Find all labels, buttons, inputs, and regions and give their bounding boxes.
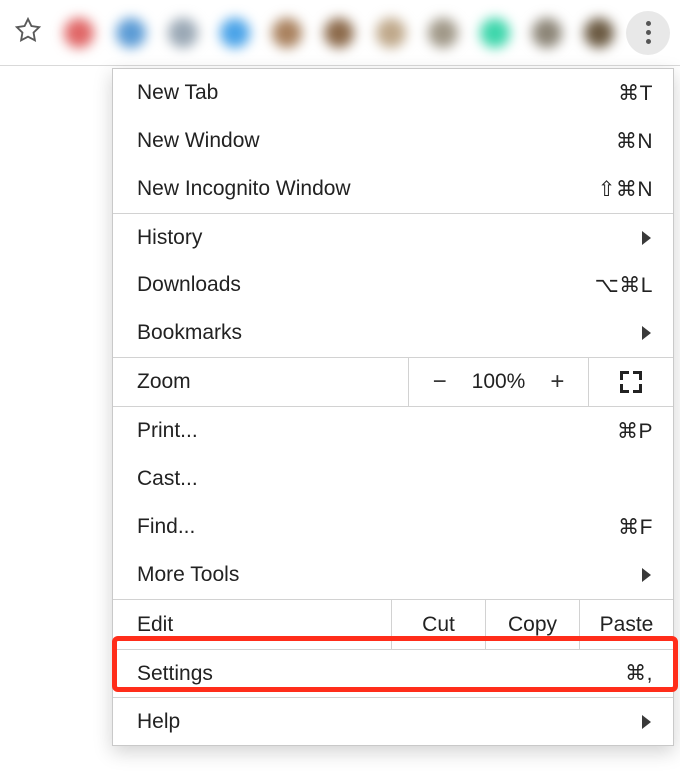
- menu-item-find[interactable]: Find... ⌘F: [113, 503, 673, 551]
- menu-item-settings[interactable]: Settings ⌘,: [113, 649, 673, 697]
- menu-item-label: More Tools: [137, 563, 239, 587]
- extension-icon[interactable]: [168, 18, 198, 48]
- extension-icon[interactable]: [64, 18, 94, 48]
- menu-item-shortcut: ⌘F: [618, 515, 653, 540]
- fullscreen-icon: [620, 371, 642, 393]
- more-menu-button[interactable]: [626, 11, 670, 55]
- menu-item-new-window[interactable]: New Window ⌘N: [113, 117, 673, 165]
- menu-item-shortcut: ⌥⌘L: [595, 273, 653, 298]
- menu-item-label: New Window: [137, 129, 260, 153]
- extension-icon[interactable]: [220, 18, 250, 48]
- bookmark-star-button[interactable]: [6, 11, 50, 55]
- menu-item-shortcut: ⌘P: [617, 419, 653, 444]
- menu-item-new-tab[interactable]: New Tab ⌘T: [113, 69, 673, 117]
- menu-item-label: Downloads: [137, 273, 241, 297]
- extension-icon[interactable]: [324, 18, 354, 48]
- edit-paste-button[interactable]: Paste: [579, 600, 673, 649]
- menu-item-label: History: [137, 226, 202, 250]
- menu-item-bookmarks[interactable]: Bookmarks: [113, 309, 673, 357]
- extension-icon[interactable]: [428, 18, 458, 48]
- menu-item-zoom: Zoom − 100% +: [113, 357, 673, 407]
- edit-copy-button[interactable]: Copy: [485, 600, 579, 649]
- extension-icon[interactable]: [376, 18, 406, 48]
- fullscreen-button[interactable]: [589, 358, 673, 406]
- edit-cut-button[interactable]: Cut: [391, 600, 485, 649]
- chevron-right-icon: [642, 231, 651, 245]
- menu-item-cast[interactable]: Cast...: [113, 455, 673, 503]
- menu-item-label: New Incognito Window: [137, 177, 351, 201]
- star-icon: [14, 16, 42, 49]
- menu-item-print[interactable]: Print... ⌘P: [113, 407, 673, 455]
- extensions-row: [60, 18, 618, 48]
- menu-item-label: Edit: [137, 613, 173, 637]
- chevron-right-icon: [642, 568, 651, 582]
- menu-item-label: New Tab: [137, 81, 218, 105]
- menu-item-more-tools[interactable]: More Tools: [113, 551, 673, 599]
- main-menu: New Tab ⌘T New Window ⌘N New Incognito W…: [112, 68, 674, 746]
- extension-icon[interactable]: [532, 18, 562, 48]
- menu-item-shortcut: ⌘T: [618, 81, 653, 106]
- menu-item-label: Print...: [137, 419, 198, 443]
- menu-item-label: Bookmarks: [137, 321, 242, 345]
- menu-item-shortcut: ⌘N: [616, 129, 653, 154]
- menu-item-downloads[interactable]: Downloads ⌥⌘L: [113, 261, 673, 309]
- menu-item-history[interactable]: History: [113, 213, 673, 261]
- menu-item-label: Help: [137, 710, 180, 734]
- vertical-dots-icon: [646, 19, 651, 46]
- menu-item-shortcut: ⌘,: [625, 661, 653, 686]
- chevron-right-icon: [642, 326, 651, 340]
- menu-item-label: Cast...: [137, 467, 198, 491]
- zoom-out-button[interactable]: −: [430, 368, 450, 396]
- browser-toolbar: [0, 0, 680, 66]
- menu-item-label: Find...: [137, 515, 195, 539]
- zoom-label: Zoom: [113, 358, 409, 406]
- extension-icon[interactable]: [480, 18, 510, 48]
- chevron-right-icon: [642, 715, 651, 729]
- extension-icon[interactable]: [584, 18, 614, 48]
- menu-item-shortcut: ⇧⌘N: [598, 177, 653, 202]
- menu-item-new-incognito[interactable]: New Incognito Window ⇧⌘N: [113, 165, 673, 213]
- extension-icon[interactable]: [272, 18, 302, 48]
- zoom-in-button[interactable]: +: [547, 368, 567, 396]
- extension-icon[interactable]: [116, 18, 146, 48]
- menu-item-edit: Edit Cut Copy Paste: [113, 599, 673, 649]
- menu-item-label: Settings: [137, 662, 213, 686]
- zoom-value: 100%: [472, 370, 526, 394]
- menu-item-help[interactable]: Help: [113, 697, 673, 745]
